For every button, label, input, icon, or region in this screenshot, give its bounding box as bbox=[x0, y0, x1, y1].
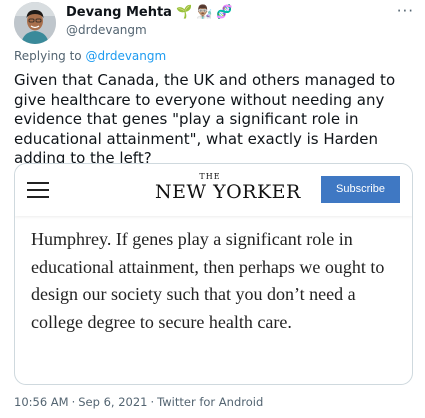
tweet-header: Devang Mehta 🌱 👨🏽‍🔬 🧬 @drdevangm ··· bbox=[14, 2, 414, 44]
author-name[interactable]: Devang Mehta bbox=[66, 5, 172, 20]
tweet-footer: 10:56 AM · Sep 6, 2021 · Twitter for Android bbox=[14, 395, 263, 409]
more-options-icon[interactable]: ··· bbox=[397, 2, 414, 20]
article-excerpt: Humphrey. If genes play a significant ro… bbox=[31, 229, 385, 332]
tweet: Devang Mehta 🌱 👨🏽‍🔬 🧬 @drdevangm ··· Rep… bbox=[0, 0, 425, 418]
replying-to-prefix: Replying to bbox=[14, 49, 82, 63]
tweet-text: Given that Canada, the UK and others man… bbox=[14, 71, 396, 167]
replying-to-mention-link[interactable]: @drdevangm bbox=[85, 49, 166, 63]
new-yorker-header-bar: THE NEW YORKER Subscribe bbox=[15, 164, 412, 216]
seedling-emoji-icon: 🌱 bbox=[175, 5, 193, 20]
replying-to: Replying to @drdevangm bbox=[14, 49, 166, 63]
tweet-media-screenshot[interactable]: THE NEW YORKER Subscribe Humphrey. If ge… bbox=[14, 163, 413, 385]
author-handle[interactable]: @drdevangm bbox=[66, 23, 147, 37]
avatar[interactable] bbox=[14, 2, 56, 44]
footer-separator: · bbox=[150, 395, 155, 409]
tweet-time[interactable]: 10:56 AM bbox=[14, 395, 69, 409]
hamburger-menu-icon bbox=[27, 182, 49, 198]
dna-emoji-icon: 🧬 bbox=[216, 5, 233, 20]
avatar-photo-icon bbox=[14, 2, 56, 44]
author-name-row: Devang Mehta 🌱 👨🏽‍🔬 🧬 bbox=[66, 5, 233, 20]
tweet-source[interactable]: Twitter for Android bbox=[157, 395, 263, 409]
logo-main-text: NEW YORKER bbox=[155, 181, 301, 203]
footer-separator: · bbox=[71, 395, 76, 409]
subscribe-button: Subscribe bbox=[321, 176, 400, 203]
scientist-emoji-icon: 👨🏽‍🔬 bbox=[196, 5, 213, 20]
logo-the-text: THE bbox=[199, 172, 221, 181]
tweet-date[interactable]: Sep 6, 2021 bbox=[78, 395, 147, 409]
new-yorker-logo: THE NEW YORKER bbox=[155, 172, 301, 203]
